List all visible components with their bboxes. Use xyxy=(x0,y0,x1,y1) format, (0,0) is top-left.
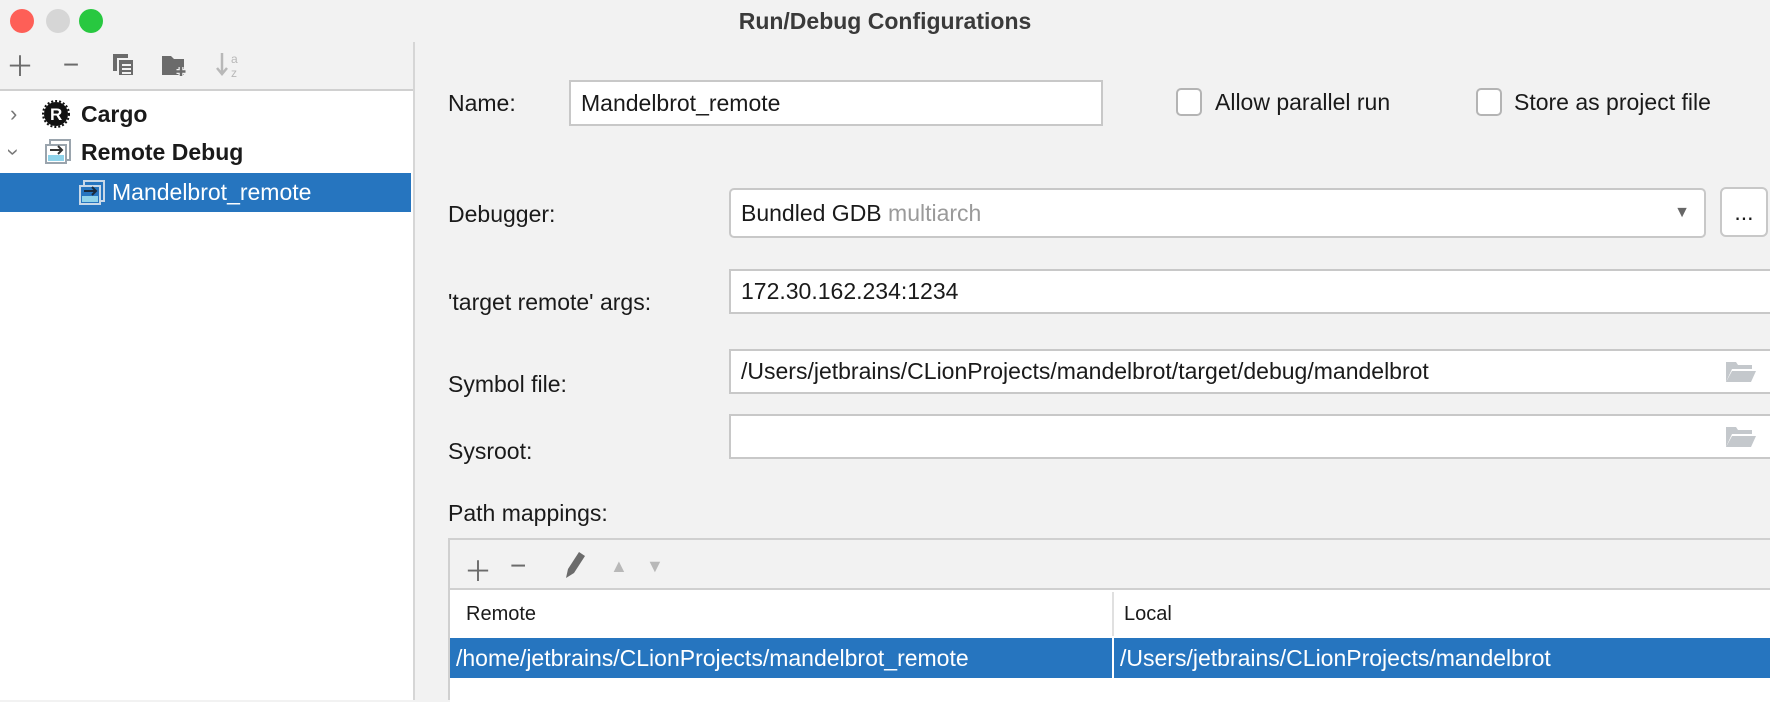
tree-item-remote-debug[interactable]: › Remote Debug xyxy=(0,133,411,171)
browse-folder-icon[interactable] xyxy=(1726,426,1756,447)
tree-item-label: Remote Debug xyxy=(81,138,244,165)
add-mapping-button[interactable]: ＋ xyxy=(464,550,492,590)
remove-configuration-button[interactable]: − xyxy=(56,49,86,80)
debugger-hint: multiarch xyxy=(888,199,982,226)
target-remote-args-input[interactable]: 172.30.162.234:1234 xyxy=(729,269,1770,314)
move-down-button[interactable]: ▼ xyxy=(646,556,664,577)
mappings-table: Remote Local /home/jetbrains/CLionProjec… xyxy=(450,588,1770,702)
debugger-value: Bundled GDB xyxy=(741,199,882,226)
rust-icon: R xyxy=(42,100,70,128)
ellipsis-label: ... xyxy=(1734,198,1754,225)
dropdown-arrow-icon: ▼ xyxy=(1674,204,1690,221)
store-as-project-file-label[interactable]: Store as project file xyxy=(1514,89,1711,116)
symbol-file-input[interactable]: /Users/jetbrains/CLionProjects/mandelbro… xyxy=(729,349,1770,394)
new-folder-icon xyxy=(162,56,186,76)
column-header-local[interactable]: Local xyxy=(1124,603,1172,626)
remove-mapping-button[interactable]: − xyxy=(510,550,526,582)
target-remote-args-label: 'target remote' args: xyxy=(448,289,652,315)
symbol-file-label: Symbol file: xyxy=(448,371,567,397)
name-label: Name: xyxy=(448,90,516,116)
tree-item-mandelbrot-remote[interactable]: Mandelbrot_remote xyxy=(0,173,411,212)
edit-mapping-button[interactable] xyxy=(562,550,588,580)
debugger-select[interactable]: Bundled GDB multiarch ▼ xyxy=(729,188,1706,238)
splitter[interactable] xyxy=(413,42,415,700)
move-up-button[interactable]: ▲ xyxy=(610,556,628,577)
name-input[interactable]: Mandelbrot_remote xyxy=(569,80,1103,126)
path-mappings-label: Path mappings: xyxy=(448,500,608,526)
copy-icon xyxy=(113,54,135,77)
remote-path-cell: /home/jetbrains/CLionProjects/mandelbrot… xyxy=(456,645,969,671)
table-row[interactable]: /home/jetbrains/CLionProjects/mandelbrot… xyxy=(450,638,1770,678)
sort-button[interactable]: az xyxy=(214,50,244,80)
local-path-cell: /Users/jetbrains/CLionProjects/mandelbro… xyxy=(1120,645,1551,671)
debugger-label: Debugger: xyxy=(448,201,556,227)
symbol-file-value: /Users/jetbrains/CLionProjects/mandelbro… xyxy=(741,358,1429,384)
tree-item-label: Cargo xyxy=(81,100,148,127)
svg-text:z: z xyxy=(231,66,237,79)
target-remote-args-value: 172.30.162.234:1234 xyxy=(741,278,959,304)
tree-item-cargo[interactable]: › R Cargo xyxy=(0,95,411,133)
column-header-remote[interactable]: Remote xyxy=(466,603,536,626)
chevron-right-icon[interactable]: › xyxy=(10,101,17,127)
copy-configuration-button[interactable] xyxy=(109,50,139,80)
allow-parallel-run-label[interactable]: Allow parallel run xyxy=(1215,89,1390,116)
debugger-more-button[interactable]: ... xyxy=(1720,187,1768,237)
sysroot-input[interactable] xyxy=(729,414,1770,459)
browse-folder-icon[interactable] xyxy=(1726,361,1756,382)
sort-icon: az xyxy=(216,52,238,79)
new-folder-button[interactable] xyxy=(160,50,190,80)
remote-debug-icon xyxy=(79,179,105,205)
table-header: Remote Local xyxy=(450,590,1770,638)
name-value: Mandelbrot_remote xyxy=(581,89,781,116)
window-title: Run/Debug Configurations xyxy=(738,8,1032,34)
add-configuration-button[interactable]: ＋ xyxy=(5,50,35,82)
chevron-down-icon[interactable]: › xyxy=(1,148,27,155)
tree-item-label: Mandelbrot_remote xyxy=(112,179,312,205)
svg-text:R: R xyxy=(50,105,62,124)
sysroot-label: Sysroot: xyxy=(448,438,533,464)
path-mappings-panel: ＋ − ▲ ▼ Remote Local /home/jetbrains/CLi… xyxy=(448,538,1770,702)
configuration-tree: › R Cargo › Remote Debug Mandelbrot_remo… xyxy=(0,89,413,700)
allow-parallel-run-checkbox[interactable] xyxy=(1176,88,1202,116)
store-as-project-file-checkbox[interactable] xyxy=(1476,88,1502,116)
remote-debug-icon xyxy=(45,139,71,164)
svg-text:a: a xyxy=(231,52,238,66)
